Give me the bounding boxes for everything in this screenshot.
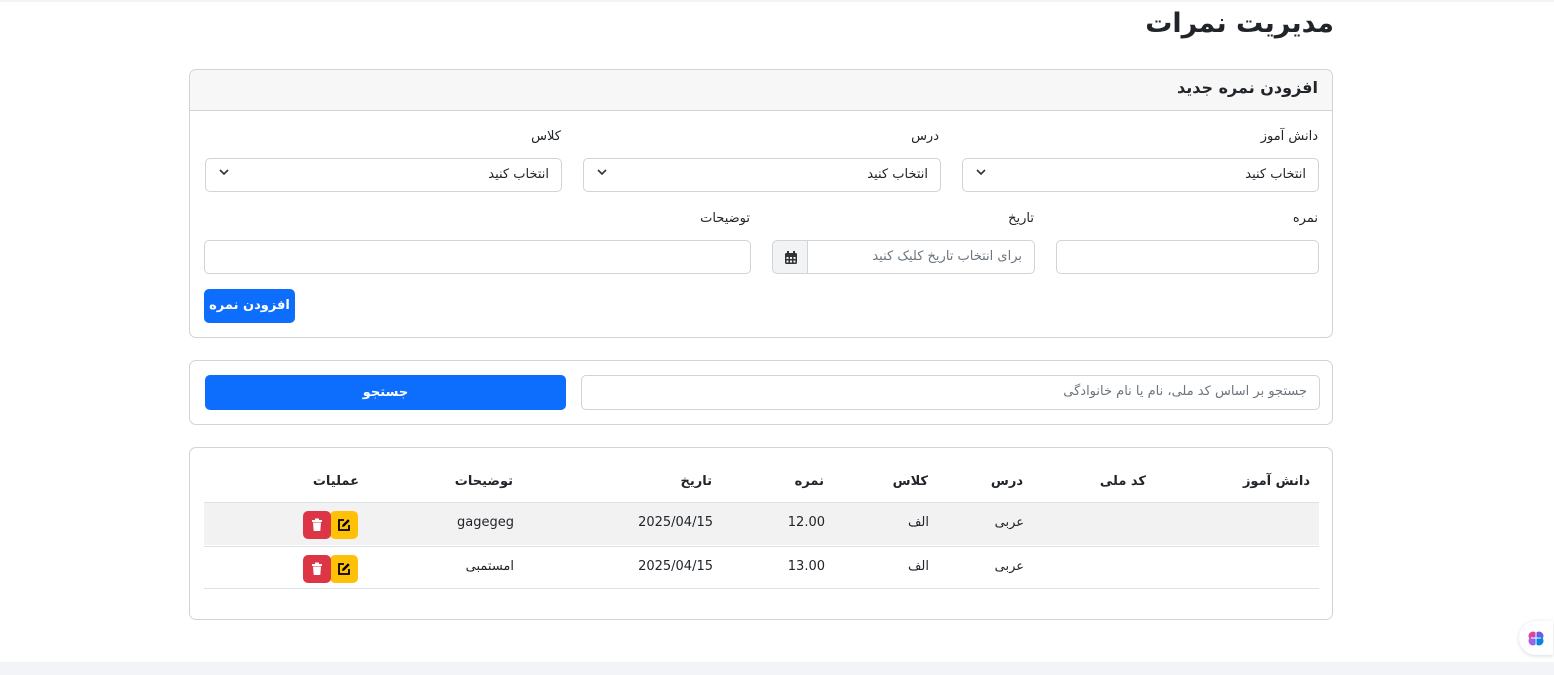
cell-grade: 12.00 (787, 515, 825, 530)
delete-button[interactable] (303, 555, 331, 583)
cell-class: الف (907, 559, 929, 574)
edit-button[interactable] (330, 555, 358, 583)
header-class: کلاس (892, 474, 928, 489)
search-input-placeholder: جستجو بر اساس کد ملی، نام یا نام خانوادگ… (1063, 384, 1307, 399)
header-actions: عملیات (312, 474, 359, 489)
edit-button[interactable] (330, 511, 358, 539)
student-select[interactable]: انتخاب کنید (962, 158, 1319, 192)
chevron-down-icon (218, 166, 230, 181)
header-date: تاریخ (680, 474, 713, 489)
grade-label: نمره (1292, 211, 1318, 226)
calendar-button[interactable] (772, 240, 808, 274)
date-input[interactable]: برای انتخاب تاریخ کلیک کنید (807, 240, 1035, 274)
cell-lesson: عربی (994, 515, 1024, 530)
edit-icon (338, 563, 350, 575)
footer-band (0, 662, 1554, 675)
search-button[interactable]: جستجو (205, 375, 566, 410)
add-grade-card: افزودن نمره جدید دانش آموز درس کلاس انتخ… (189, 69, 1333, 338)
student-label: دانش آموز (1260, 129, 1318, 144)
cell-notes: gagegeg (457, 515, 514, 530)
notes-input[interactable] (204, 240, 751, 274)
lesson-label: درس (911, 129, 939, 144)
lesson-select-value: انتخاب کنید (867, 167, 928, 182)
cell-grade: 13.00 (787, 559, 825, 574)
lesson-select[interactable]: انتخاب کنید (583, 158, 941, 192)
add-grade-button[interactable]: افزودن نمره (204, 289, 295, 323)
trash-icon (312, 518, 322, 531)
date-input-placeholder: برای انتخاب تاریخ کلیک کنید (872, 249, 1022, 264)
add-grade-card-title: افزودن نمره جدید (1176, 78, 1318, 97)
header-lesson: درس (990, 474, 1023, 489)
cell-lesson: عربی (994, 559, 1024, 574)
cell-class: الف (907, 515, 929, 530)
header-national-code: کد ملی (1099, 474, 1146, 489)
edit-icon (338, 519, 350, 531)
date-label: تاریخ (1008, 211, 1034, 226)
class-select[interactable]: انتخاب کنید (205, 158, 562, 192)
add-grade-card-header: افزودن نمره جدید (190, 70, 1332, 111)
cell-date: 2025/04/15 (638, 515, 713, 530)
top-divider (0, 0, 1554, 2)
cell-notes: امستمبی (465, 559, 514, 574)
cell-date: 2025/04/15 (638, 559, 713, 574)
table-row: عربی الف 13.00 2025/04/15 امستمبی (204, 546, 1319, 589)
grades-table-card: دانش آموز کد ملی درس کلاس نمره تاریخ توض… (189, 447, 1333, 620)
notes-label: توضیحات (700, 211, 750, 226)
search-input[interactable]: جستجو بر اساس کد ملی، نام یا نام خانوادگ… (581, 375, 1320, 410)
search-card: جستجو بر اساس کد ملی، نام یا نام خانوادگ… (189, 360, 1333, 425)
class-select-value: انتخاب کنید (488, 167, 549, 182)
table-row: عربی الف 12.00 2025/04/15 gagegeg (204, 502, 1319, 545)
trash-icon (312, 562, 322, 575)
page: مدیریت نمرات افزودن نمره جدید دانش آموز … (0, 0, 1554, 675)
header-grade: نمره (794, 474, 824, 489)
class-label: کلاس (531, 129, 561, 144)
chevron-down-icon (975, 166, 987, 181)
brain-icon (1528, 631, 1544, 646)
chevron-down-icon (596, 166, 608, 181)
page-title: مدیریت نمرات (1145, 8, 1334, 39)
assistant-widget-button[interactable] (1519, 621, 1553, 655)
header-notes: توضیحات (454, 474, 513, 489)
grade-input[interactable] (1056, 240, 1319, 274)
calendar-icon (785, 251, 797, 264)
student-select-value: انتخاب کنید (1245, 167, 1306, 182)
delete-button[interactable] (303, 511, 331, 539)
header-student: دانش آموز (1242, 474, 1310, 489)
